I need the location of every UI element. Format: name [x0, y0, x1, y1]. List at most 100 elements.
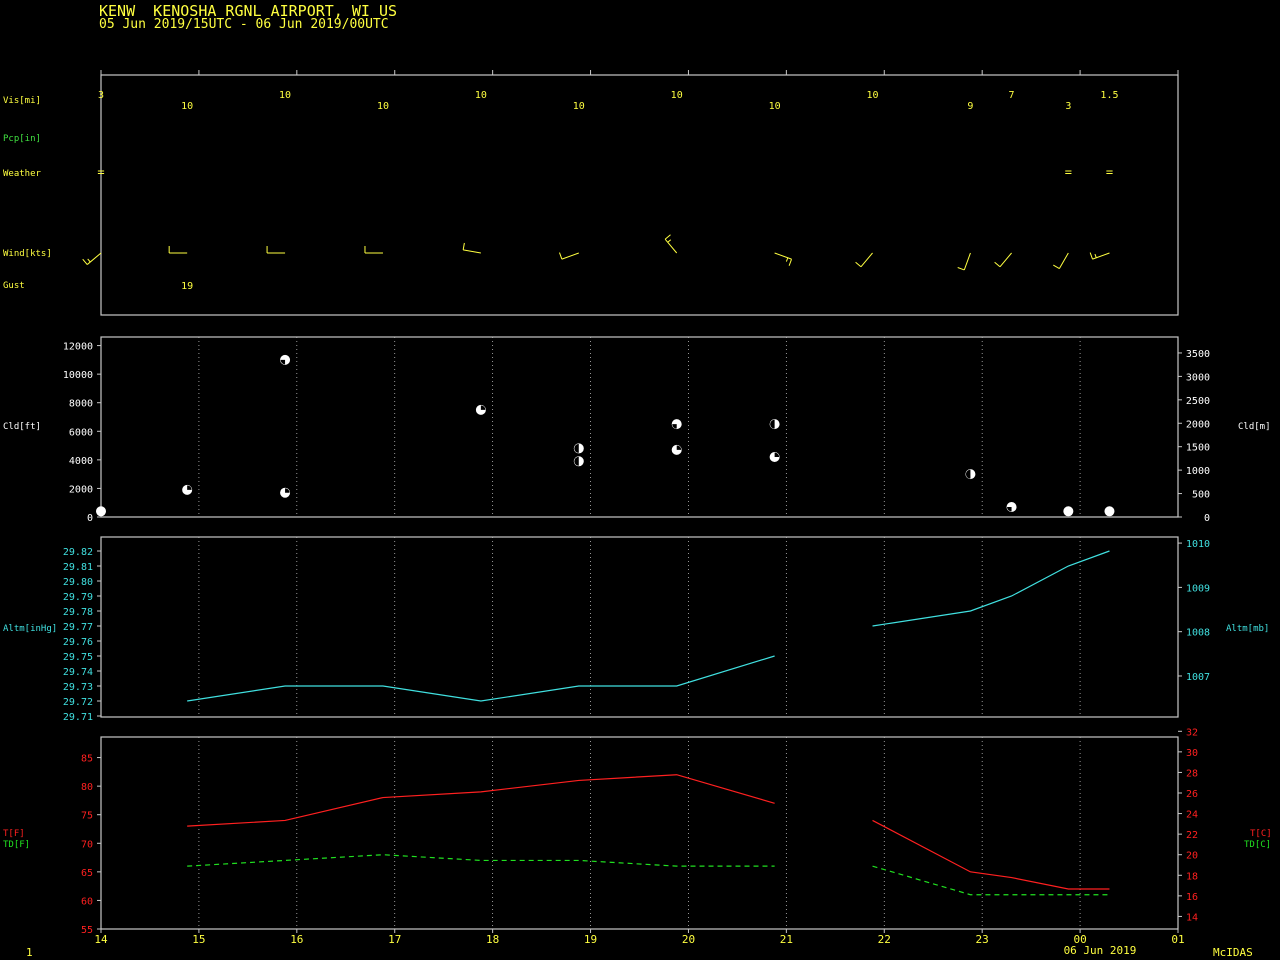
row-label-gust: Gust — [3, 281, 25, 291]
x-tick-label: 22 — [878, 933, 891, 946]
x-tick-label: 21 — [780, 933, 793, 946]
cloud-cover-fill — [280, 359, 286, 365]
temperature-line — [187, 774, 775, 827]
y-axis-label-right: Altm[mb] — [1226, 624, 1269, 634]
y-tick-label-right: 30 — [1186, 748, 1198, 759]
wind-barb-staff — [664, 238, 678, 254]
y-tick-label: 29.74 — [63, 667, 93, 678]
x-tick-label: 15 — [192, 933, 205, 946]
y-tick-label: 29.75 — [63, 652, 93, 663]
wind-barb-feather — [1094, 253, 1097, 258]
y-tick-label-right: 2500 — [1186, 396, 1210, 407]
gust-value: 19 — [181, 281, 193, 292]
brand-label: McIDAS — [1213, 946, 1253, 959]
vis-value: 3 — [1065, 101, 1071, 112]
vis-value: 10 — [867, 90, 879, 101]
row-label-weather: Weather — [3, 169, 42, 179]
y-tick-label-right: 500 — [1192, 490, 1210, 501]
y-tick-label: 6000 — [69, 427, 93, 438]
y-tick-label: 55 — [81, 925, 93, 936]
wind-barb — [266, 246, 286, 254]
cloud-symbol — [1063, 506, 1074, 517]
y-tick-label-right: 3000 — [1186, 372, 1210, 383]
vis-value: 10 — [475, 90, 487, 101]
wind-barb-feather — [664, 234, 671, 240]
y-tick-label-right: 32 — [1186, 727, 1198, 738]
vis-value: 7 — [1009, 90, 1015, 101]
x-tick-label: 16 — [290, 933, 303, 946]
dewpoint-line — [187, 854, 775, 867]
cloud-symbol — [96, 506, 106, 517]
y-tick-label: 70 — [81, 839, 93, 850]
y-axis-label: Cld[ft] — [3, 422, 41, 432]
weather-symbol: = — [1065, 165, 1072, 179]
cloud-point — [475, 404, 486, 415]
panel-frame — [100, 74, 1179, 316]
altimeter-line — [187, 655, 775, 702]
y-tick-label: 29.77 — [63, 622, 93, 633]
wind-barb-staff — [86, 252, 102, 265]
y-tick-label-right: 0 — [1204, 513, 1210, 524]
x-tick-label: 20 — [682, 933, 695, 946]
x-tick-label: 23 — [976, 933, 989, 946]
wind-barb-staff — [774, 252, 792, 260]
weather-symbol: = — [1106, 165, 1113, 179]
wind-barb-staff — [561, 252, 579, 260]
vis-value: 10 — [573, 101, 585, 112]
y-axis-label: T[F] — [3, 829, 25, 839]
x-tick-label: 19 — [584, 933, 597, 946]
wind-barb-feather — [87, 258, 91, 263]
y-tick-label-right: 1010 — [1186, 539, 1210, 550]
temperature-panel: 5560657075808514161820222426283032T[F]TD… — [3, 727, 1272, 957]
wind-barb — [664, 234, 678, 254]
y-tick-label: 29.79 — [63, 592, 93, 603]
y-tick-label-right: 14 — [1186, 912, 1198, 923]
vis-value: 10 — [181, 101, 193, 112]
vis-value: 10 — [377, 101, 389, 112]
y-tick-label: 29.78 — [63, 607, 93, 618]
cloud-point — [280, 487, 291, 498]
panel-frame — [100, 736, 1179, 930]
vis-value: 3 — [98, 90, 104, 101]
row-label-wind: Wind[kts] — [3, 249, 52, 259]
y-tick-label: 29.73 — [63, 682, 93, 693]
vis-value: 9 — [967, 101, 973, 112]
y-tick-label-right: 1009 — [1186, 583, 1210, 594]
y-tick-label-right: 1500 — [1186, 443, 1210, 454]
cloud-point — [769, 419, 780, 430]
cloud-cover-fill — [1007, 507, 1012, 512]
cloud-point — [671, 419, 682, 430]
cloud-point — [573, 443, 584, 454]
vis-value: 10 — [671, 90, 683, 101]
page-number: 1 — [26, 946, 33, 959]
wind-barb — [168, 246, 188, 254]
cloud-point — [96, 506, 106, 517]
x-axis-date-label: 06 Jun 2019 — [1064, 944, 1137, 957]
y-tick-label: 85 — [81, 754, 93, 765]
wind-barb-feather — [667, 239, 672, 243]
wind-barb-staff — [963, 252, 971, 271]
x-tick-label: 18 — [486, 933, 499, 946]
y-tick-label: 8000 — [69, 399, 93, 410]
cloud-point — [1063, 506, 1074, 517]
wind-barb — [82, 252, 102, 265]
y-tick-label-right: 22 — [1186, 830, 1198, 841]
y-tick-label-right: 16 — [1186, 892, 1198, 903]
y-tick-label: 2000 — [69, 484, 93, 495]
row-label-vis: Vis[mi] — [3, 96, 41, 106]
wind-barb-staff — [860, 252, 873, 268]
y-tick-label: 65 — [81, 868, 93, 879]
wind-barb-staff — [1092, 252, 1110, 260]
wind-barb — [559, 252, 579, 260]
y-tick-label: 80 — [81, 782, 93, 793]
y-tick-label: 10000 — [63, 370, 93, 381]
y-tick-label-right: 3500 — [1186, 349, 1210, 360]
wind-barb-staff — [999, 252, 1012, 268]
wind-barb — [1089, 252, 1110, 260]
y-tick-label: 29.71 — [63, 712, 93, 723]
wind-barb-staff — [463, 249, 481, 254]
wind-barb-feather — [788, 258, 792, 266]
wind-barb-feather — [994, 261, 1001, 268]
row-label-pcp: Pcp[in] — [3, 134, 41, 144]
cloud-point — [965, 469, 976, 480]
